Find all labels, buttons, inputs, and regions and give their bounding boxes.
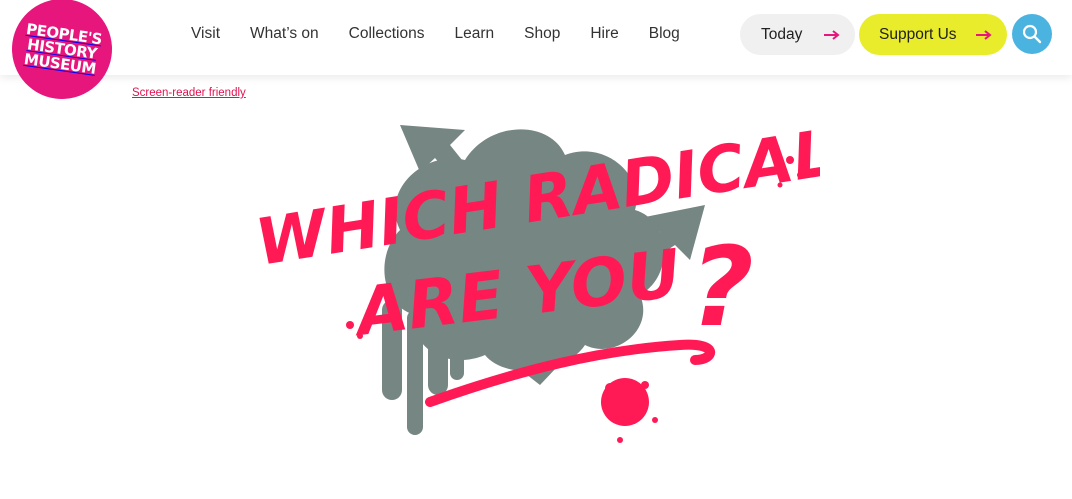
search-button[interactable]	[1012, 14, 1052, 54]
today-button[interactable]: Today	[740, 14, 855, 55]
site-header: Visit What’s on Collections Learn Shop H…	[0, 0, 1072, 75]
hero-graphic: WHICH RADICAL ARE YOU ?	[251, 116, 820, 443]
screen-reader-link[interactable]: Screen-reader friendly	[132, 87, 246, 99]
arrow-right-icon	[824, 30, 840, 40]
today-label: Today	[761, 25, 803, 43]
nav-item-learn[interactable]: Learn	[454, 24, 494, 44]
main-nav: Visit What’s on Collections Learn Shop H…	[191, 24, 710, 44]
arrow-right-icon	[976, 30, 992, 40]
support-us-button[interactable]: Support Us	[859, 14, 1007, 55]
nav-item-collections[interactable]: Collections	[349, 24, 425, 44]
support-us-label: Support Us	[879, 25, 957, 43]
nav-item-hire[interactable]: Hire	[590, 24, 618, 44]
hero-question-mark: ?	[690, 223, 754, 351]
nav-item-visit[interactable]: Visit	[191, 24, 220, 44]
nav-item-blog[interactable]: Blog	[649, 24, 680, 44]
nav-item-shop[interactable]: Shop	[524, 24, 560, 44]
search-icon	[1022, 24, 1042, 44]
nav-item-whats-on[interactable]: What’s on	[250, 24, 319, 44]
